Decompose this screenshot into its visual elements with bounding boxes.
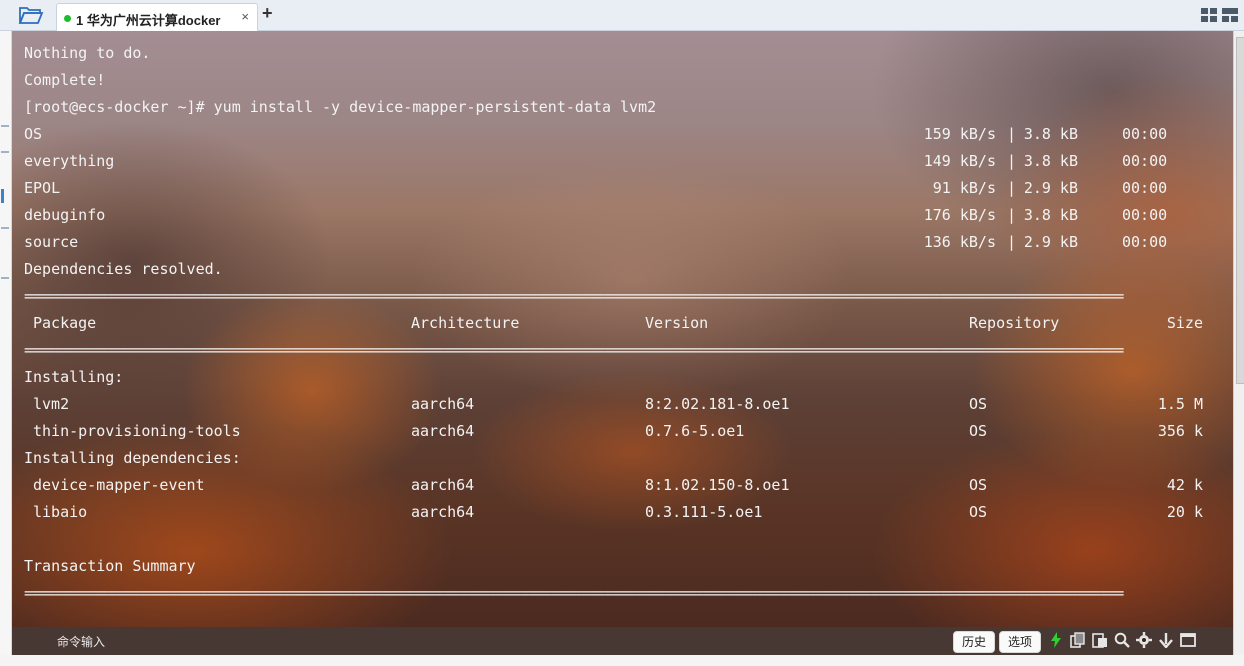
package-repo: OS — [969, 422, 988, 440]
repo-size: 2.9 kB — [1023, 179, 1078, 197]
connected-status-icon — [64, 15, 71, 22]
repo-time: 00:00 — [1122, 125, 1168, 143]
package-version: 0.7.6-5.oe1 — [645, 422, 745, 440]
tab-title-text: 华为广州云计算docker — [86, 13, 221, 28]
package-name: lvm2 — [33, 395, 70, 413]
tab-title: 1 华为广州云计算docker — [76, 10, 221, 29]
command-input-bar[interactable]: 命令输入 历史 选项 — [12, 627, 1233, 655]
package-arch: aarch64 — [411, 503, 475, 521]
package-arch: aarch64 — [411, 476, 475, 494]
command-input-label[interactable]: 命令输入 — [57, 633, 105, 650]
repo-size: 3.8 kB — [1023, 206, 1078, 224]
close-icon[interactable]: × — [241, 9, 249, 24]
terminal-output[interactable]: Nothing to do. Complete! [root@ecs-docke… — [12, 31, 1233, 627]
repo-time: 00:00 — [1122, 233, 1168, 251]
status-strip — [0, 655, 1244, 666]
repo-time: 00:00 — [1122, 152, 1168, 170]
package-version: 0.3.111-5.oe1 — [645, 503, 763, 521]
list-layout-icon[interactable] — [1222, 8, 1238, 22]
header-version: Version — [645, 314, 709, 332]
terminal-line: Complete! — [24, 71, 106, 89]
package-repo: OS — [969, 476, 988, 494]
grid-layout-icon[interactable] — [1201, 8, 1217, 22]
sidebar-marker — [1, 277, 9, 279]
repo-pipe: | — [1007, 179, 1017, 197]
sidebar-active-marker — [1, 189, 4, 203]
section-label: Installing dependencies: — [24, 449, 241, 467]
repo-name: OS — [24, 125, 43, 143]
repo-size: 3.8 kB — [1023, 152, 1078, 170]
separator-line: ========================================… — [24, 341, 1124, 359]
search-icon[interactable] — [1114, 632, 1130, 648]
header-package: Package — [33, 314, 97, 332]
lightning-icon[interactable] — [1048, 632, 1064, 648]
package-size: 20 k — [1166, 503, 1203, 521]
header-repository: Repository — [969, 314, 1060, 332]
package-version: 8:2.02.181-8.oe1 — [645, 395, 790, 413]
package-size: 356 k — [1157, 422, 1203, 440]
window-icon[interactable] — [1180, 632, 1196, 648]
repo-name: source — [24, 233, 79, 251]
new-tab-button[interactable]: + — [262, 3, 273, 24]
header-size: Size — [1166, 314, 1203, 332]
copy-icon[interactable] — [1070, 632, 1086, 648]
tab-bar: 1 华为广州云计算docker × + — [0, 0, 1244, 31]
repo-size: 2.9 kB — [1023, 233, 1078, 251]
repo-pipe: | — [1007, 125, 1017, 143]
repo-speed: 91 kB/s — [932, 179, 996, 197]
package-name: device-mapper-event — [33, 476, 205, 494]
package-repo: OS — [969, 503, 988, 521]
separator-line: ========================================… — [24, 584, 1124, 602]
package-size: 42 k — [1166, 476, 1203, 494]
repo-name: debuginfo — [24, 206, 106, 224]
repo-pipe: | — [1007, 206, 1017, 224]
terminal-line: Nothing to do. — [24, 44, 151, 62]
repo-speed: 149 kB/s — [923, 152, 996, 170]
package-version: 8:1.02.150-8.oe1 — [645, 476, 790, 494]
terminal-line: Dependencies resolved. — [24, 260, 223, 278]
tab-number: 1 — [76, 13, 84, 28]
package-arch: aarch64 — [411, 422, 475, 440]
package-arch: aarch64 — [411, 395, 475, 413]
repo-pipe: | — [1007, 233, 1017, 251]
tab-session[interactable]: 1 华为广州云计算docker × — [56, 3, 258, 31]
terminal-command-line: [root@ecs-docker ~]# yum install -y devi… — [24, 98, 657, 116]
repo-time: 00:00 — [1122, 206, 1168, 224]
repo-speed: 159 kB/s — [923, 125, 996, 143]
separator-line: ========================================… — [24, 287, 1124, 305]
section-label: Transaction Summary — [24, 557, 196, 575]
options-button[interactable]: 选项 — [999, 631, 1041, 653]
sidebar-marker — [1, 151, 9, 153]
scrollbar-thumb[interactable] — [1236, 37, 1244, 384]
repo-speed: 136 kB/s — [923, 233, 996, 251]
repo-name: everything — [24, 152, 115, 170]
repo-pipe: | — [1007, 152, 1017, 170]
repo-speed: 176 kB/s — [923, 206, 996, 224]
repo-size: 3.8 kB — [1023, 125, 1078, 143]
open-folder-icon[interactable] — [18, 5, 44, 25]
package-size: 1.5 M — [1157, 395, 1203, 413]
package-name: libaio — [33, 503, 88, 521]
package-repo: OS — [969, 395, 988, 413]
history-button[interactable]: 历史 — [953, 631, 995, 653]
package-name: thin-provisioning-tools — [33, 422, 241, 440]
repo-time: 00:00 — [1122, 179, 1168, 197]
paste-icon[interactable] — [1092, 632, 1108, 648]
sidebar-marker — [1, 227, 9, 229]
sidebar-marker — [1, 125, 9, 127]
vertical-scrollbar[interactable] — [1233, 31, 1244, 666]
repo-name: EPOL — [24, 179, 61, 197]
arrow-down-icon[interactable] — [1158, 632, 1174, 648]
section-label: Installing: — [24, 368, 124, 386]
left-sidebar-strip — [0, 31, 12, 666]
header-architecture: Architecture — [411, 314, 520, 332]
gear-icon[interactable] — [1136, 632, 1152, 648]
